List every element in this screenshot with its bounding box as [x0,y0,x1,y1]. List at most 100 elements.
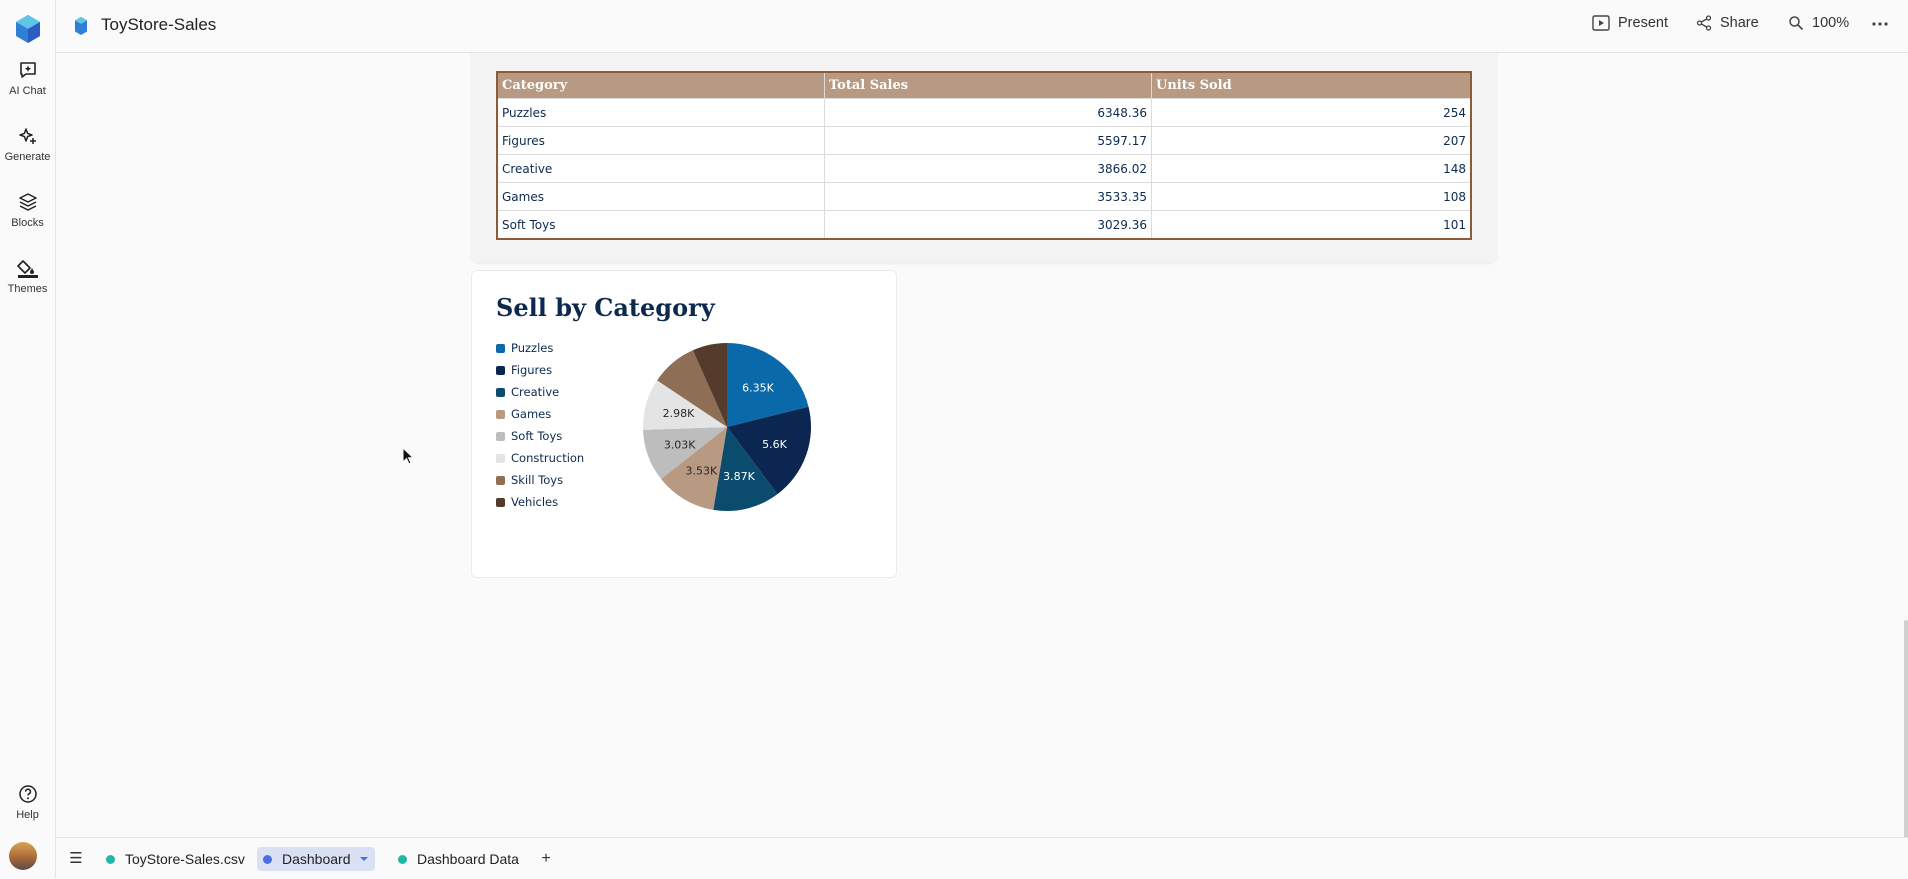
document-title[interactable]: ToyStore-Sales [101,15,216,35]
tab-label: Dashboard Data [417,851,519,867]
rail-item-label: Themes [7,283,48,295]
legend-item[interactable]: Construction [496,447,584,469]
table-cell: 5597.17 [824,126,1152,155]
rail-item-ai-chat[interactable]: AI Chat [0,60,55,97]
tab-dashboard-data[interactable]: Dashboard Data [392,847,525,871]
top-header: ToyStore-Sales Present Share 100% [56,0,1908,53]
legend-item[interactable]: Figures [496,359,584,381]
sheet-tab-bar: ☰ ToyStore-Sales.csv Dashboard Dashboard… [56,837,1908,879]
chevron-down-icon[interactable] [359,855,369,863]
share-label: Share [1720,15,1759,31]
tab-label: ToyStore-Sales.csv [125,851,245,867]
share-icon [1696,15,1712,31]
present-icon [1592,15,1610,31]
pie-data-label: 3.87K [723,470,755,483]
left-rail: AI Chat Generate Blocks Themes Help [0,0,56,878]
legend-item[interactable]: Puzzles [496,337,584,359]
legend-swatch [496,365,505,375]
legend-item[interactable]: Vehicles [496,491,584,513]
chart-legend: Puzzles Figures Creative Games Soft Toys… [496,337,584,513]
table-cell: 3533.35 [824,182,1152,211]
tab-dot-icon [106,854,115,864]
table-cell: 148 [1151,154,1471,183]
table-cell: 101 [1151,210,1471,239]
blocks-icon [18,193,37,211]
table-row[interactable]: Puzzles 6348.36 254 [497,98,1471,127]
zoom-button[interactable]: 100% [1788,15,1849,31]
sales-table[interactable]: Category Total Sales Units Sold Puzzles … [496,71,1472,240]
paint-bucket-icon [16,260,38,278]
table-row[interactable]: Creative 3866.02 148 [497,154,1471,183]
tab-dot-icon [263,854,272,864]
pie-data-label: 3.03K [664,438,696,451]
pie-data-label: 2.98K [663,407,695,420]
chart-block[interactable]: Sell by Category Puzzles Figures Creativ… [471,270,897,578]
present-label: Present [1618,15,1668,31]
table-row[interactable]: Games 3533.35 108 [497,182,1471,211]
table-cell: Puzzles [497,98,825,127]
rail-item-help[interactable]: Help [0,784,55,821]
tab-dashboard[interactable]: Dashboard [257,847,375,871]
rail-item-label: Blocks [11,217,44,229]
legend-label: Skill Toys [511,473,564,487]
table-header-row: Category Total Sales Units Sold [497,72,1471,99]
legend-label: Vehicles [511,495,559,509]
table-cell: Soft Toys [497,210,825,239]
legend-swatch [496,475,505,485]
legend-swatch [496,453,505,463]
column-header[interactable]: Units Sold [1151,72,1471,99]
zoom-label: 100% [1812,15,1850,31]
legend-item[interactable]: Soft Toys [496,425,584,447]
rail-item-themes[interactable]: Themes [0,258,55,295]
legend-swatch [496,387,505,397]
tab-toystore-sales-csv[interactable]: ToyStore-Sales.csv [100,847,251,871]
pie-data-label: 6.35K [742,381,774,394]
document-icon [75,17,87,40]
rail-item-label: AI Chat [9,85,46,97]
table-cell: Figures [497,126,825,155]
help-icon [18,785,37,803]
ai-chat-icon [19,62,36,78]
table-row[interactable]: Figures 5597.17 207 [497,126,1471,155]
legend-item[interactable]: Skill Toys [496,469,584,491]
pie-data-label: 5.6K [762,438,787,451]
legend-item[interactable]: Games [496,403,584,425]
zoom-icon [1789,16,1804,31]
rail-item-label: Generate [4,151,51,163]
legend-swatch [496,431,505,441]
rail-item-blocks[interactable]: Blocks [0,192,55,229]
menu-icon[interactable]: ☰ [66,849,86,869]
legend-swatch [496,343,505,353]
legend-label: Games [511,407,552,421]
legend-label: Puzzles [511,341,554,355]
column-header[interactable]: Category [497,72,825,99]
avatar[interactable] [9,842,37,870]
legend-label: Soft Toys [511,429,563,443]
rail-item-generate[interactable]: Generate [0,126,55,163]
tab-label: Dashboard [282,851,351,867]
legend-swatch [496,409,505,419]
table-cell: 3866.02 [824,154,1152,183]
table-row[interactable]: Soft Toys 3029.36 101 [497,210,1471,239]
table-cell: 108 [1151,182,1471,211]
table-cell: 6348.36 [824,98,1152,127]
legend-item[interactable]: Creative [496,381,584,403]
legend-swatch [496,497,505,507]
present-button[interactable]: Present [1592,15,1668,31]
rail-item-label: Help [16,809,39,821]
table-cell: 207 [1151,126,1471,155]
column-header[interactable]: Total Sales [824,72,1152,99]
table-cell: Creative [497,154,825,183]
more-options-button[interactable] [1871,11,1889,33]
pie-data-label: 3.53K [686,464,718,477]
legend-label: Figures [511,363,553,377]
pie-chart[interactable]: 6.35K 5.6K 3.87K 3.53K 3.03K 2.98K [612,343,842,553]
canvas-scrollbar[interactable] [1904,620,1908,840]
share-button[interactable]: Share [1696,15,1759,31]
table-cell: 254 [1151,98,1471,127]
legend-label: Construction [511,451,585,465]
chart-title: Sell by Category [496,293,715,322]
app-logo-icon[interactable] [14,14,42,44]
add-tab-button[interactable]: + [534,847,558,871]
tab-dot-icon [398,854,407,864]
